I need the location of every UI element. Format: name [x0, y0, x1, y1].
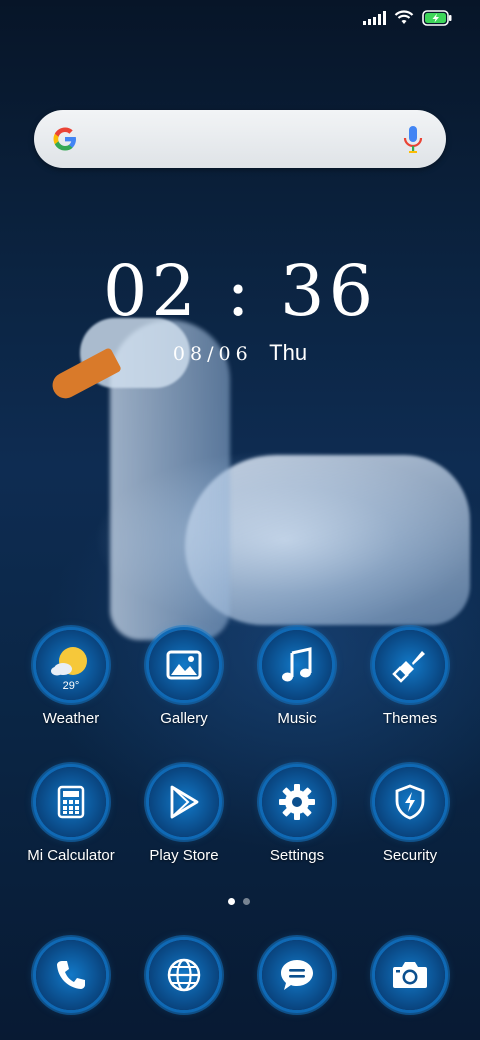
play-store-icon — [149, 767, 219, 837]
mic-icon[interactable] — [402, 124, 424, 156]
google-search-bar[interactable] — [34, 110, 446, 168]
app-label: Themes — [382, 710, 438, 727]
clock-weekday: Thu — [269, 340, 308, 365]
gallery-icon — [149, 630, 219, 700]
wifi-icon — [394, 10, 414, 26]
app-security[interactable]: Security — [354, 767, 466, 864]
camera-icon — [375, 940, 445, 1010]
app-weather[interactable]: 29° Weather — [15, 630, 127, 727]
clock-date-row[interactable]: 08/06 Thu — [0, 340, 480, 366]
page-dot[interactable] — [243, 898, 250, 905]
music-icon — [262, 630, 332, 700]
app-gallery[interactable]: Gallery — [128, 630, 240, 727]
status-bar — [363, 10, 452, 26]
messages-icon — [262, 940, 332, 1010]
calculator-icon — [36, 767, 106, 837]
app-label: Mi Calculator — [27, 847, 115, 864]
app-play-store[interactable]: Play Store — [128, 767, 240, 864]
dock-phone[interactable] — [15, 940, 127, 1010]
page-dot-active[interactable] — [228, 898, 235, 905]
weather-icon: 29° — [36, 630, 106, 700]
signal-icon — [363, 11, 386, 25]
clock-time[interactable]: 02 : 36 — [0, 250, 480, 332]
app-label: Play Store — [149, 847, 219, 864]
weather-temperature: 29° — [62, 680, 80, 692]
settings-icon — [262, 767, 332, 837]
app-themes[interactable]: Themes — [354, 630, 466, 727]
security-icon — [375, 767, 445, 837]
app-mi-calculator[interactable]: Mi Calculator — [15, 767, 127, 864]
battery-charging-icon — [422, 10, 452, 26]
app-label: Music — [277, 710, 317, 727]
browser-icon — [149, 940, 219, 1010]
app-label: Gallery — [160, 710, 208, 727]
phone-icon — [36, 940, 106, 1010]
clock-date: 08/06 — [172, 343, 253, 365]
page-indicator — [228, 898, 250, 905]
themes-icon — [375, 630, 445, 700]
app-label: Settings — [269, 847, 325, 864]
app-label: Security — [382, 847, 438, 864]
dock-camera[interactable] — [354, 940, 466, 1010]
dock-browser[interactable] — [128, 940, 240, 1010]
dock-messages[interactable] — [241, 940, 353, 1010]
app-settings[interactable]: Settings — [241, 767, 353, 864]
app-music[interactable]: Music — [241, 630, 353, 727]
app-label: Weather — [42, 710, 100, 727]
google-logo-icon — [53, 127, 76, 151]
